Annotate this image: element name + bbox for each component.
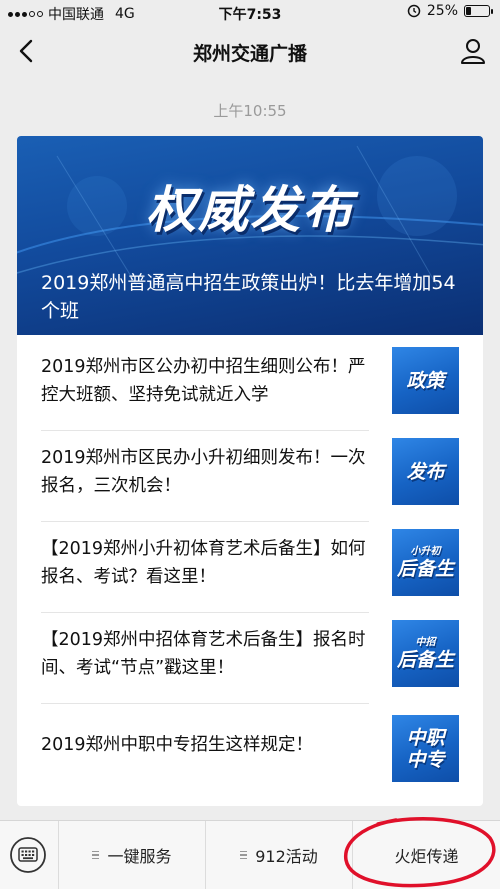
article-thumbnail: 中招 后备生	[392, 620, 459, 687]
featured-article-title: 2019郑州普通高中招生政策出炉！比去年增加54个班	[41, 272, 456, 322]
article-thumbnail: 政策	[392, 347, 459, 414]
article-title: 2019郑州市区公办初中招生细则公布！严控大班额、坚持免试就近入学	[41, 357, 366, 405]
thumbnail-text: 中专	[406, 748, 445, 771]
thumbnail-subtext: 小升初	[410, 545, 441, 557]
battery-percent: 25%	[426, 3, 458, 19]
article-item[interactable]: 【2019郑州中招体育艺术后备生】报名时间、考试“节点”戳这里！ 中招 后备生	[17, 608, 483, 698]
article-item[interactable]: 2019郑州中职中专招生这样规定！ 中职 中专	[17, 701, 483, 791]
article-title: 【2019郑州中招体育艺术后备生】报名时间、考试“节点”戳这里！	[41, 630, 366, 678]
thumbnail-text: 中职	[406, 726, 445, 749]
article-thumbnail: 小升初 后备生	[392, 529, 459, 596]
battery-icon	[464, 5, 493, 17]
article-title: 2019郑州中职中专招生这样规定！	[41, 735, 314, 755]
menu-item-label: 912活动	[255, 847, 318, 866]
banner-headline: 权威发布	[146, 181, 354, 239]
menu-item-912-activity[interactable]: 912活动	[206, 821, 352, 889]
nav-bar: 郑州交通广播	[0, 26, 500, 76]
alarm-icon	[407, 4, 421, 18]
battery-level-fill	[466, 7, 471, 15]
thumbnail-text: 后备生	[396, 557, 454, 580]
article-title: 2019郑州市区民办小升初细则发布！一次报名，三次机会！	[41, 448, 366, 496]
thumbnail-text: 政策	[406, 369, 445, 392]
keyboard-icon[interactable]	[8, 835, 48, 875]
annotation-circle	[344, 816, 496, 888]
article-thumbnail: 中职 中专	[392, 715, 459, 782]
featured-article[interactable]: 权威发布 2019郑州普通高中招生政策出炉！比去年增加54个班	[17, 136, 483, 335]
menu-list-icon	[92, 850, 100, 860]
message-timestamp: 上午10:55	[213, 102, 287, 120]
thumbnail-subtext: 中招	[415, 636, 436, 648]
article-item[interactable]: 【2019郑州小升初体育艺术后备生】如何报名、考试？看这里！ 小升初 后备生	[17, 517, 483, 607]
article-item[interactable]: 2019郑州市区公办初中招生细则公布！严控大班额、坚持免试就近入学 政策	[17, 335, 483, 425]
status-bar: 中国联通 4G 下午7:53 25%	[0, 0, 500, 26]
menu-item-label: 一键服务	[107, 847, 172, 866]
article-card: 权威发布 2019郑州普通高中招生政策出炉！比去年增加54个班 2019郑州市区…	[17, 136, 483, 806]
menu-list-icon	[240, 850, 248, 860]
article-thumbnail: 发布	[392, 438, 459, 505]
thumbnail-text: 发布	[406, 460, 445, 483]
thumbnail-text: 后备生	[396, 648, 454, 671]
menu-item-one-key-service[interactable]: 一键服务	[59, 821, 205, 889]
article-title: 【2019郑州小升初体育艺术后备生】如何报名、考试？看这里！	[41, 539, 366, 587]
status-right: 25%	[407, 3, 493, 19]
profile-icon[interactable]	[458, 36, 488, 66]
article-item[interactable]: 2019郑州市区民办小升初细则发布！一次报名，三次机会！ 发布	[17, 426, 483, 516]
page-title: 郑州交通广播	[192, 43, 307, 65]
